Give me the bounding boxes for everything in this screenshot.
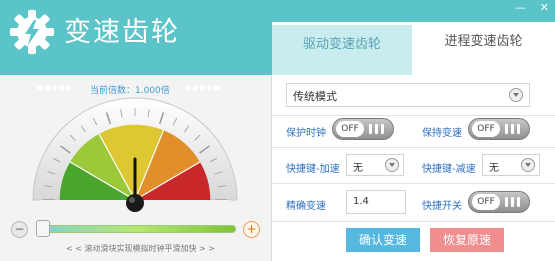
speed-slider-thumb[interactable] — [36, 220, 50, 237]
divider — [272, 183, 555, 184]
confirm-speed-button[interactable]: 确认变速 — [346, 228, 420, 252]
tab-process-speed-gear[interactable]: 进程变速齿轮 — [412, 22, 555, 75]
mode-select-value: 传统模式 — [293, 90, 337, 103]
keep-speed-toggle[interactable]: OFF — [468, 118, 530, 140]
divider — [272, 115, 555, 116]
protect-clock-label: 保护时钟 — [286, 128, 326, 139]
chevron-down-icon[interactable] — [385, 158, 399, 172]
toggle-state: OFF — [472, 121, 500, 137]
toggle-state: OFF — [336, 121, 364, 137]
divider — [272, 147, 555, 148]
hotkey-switch-label: 快捷开关 — [422, 201, 462, 212]
hotkey-switch-toggle[interactable]: OFF — [468, 191, 530, 213]
keep-speed-label: 保持变速 — [422, 128, 462, 139]
protect-clock-toggle[interactable]: OFF — [332, 118, 394, 140]
precise-speed-input[interactable]: 1.4 — [346, 190, 406, 214]
hotkey-accelerate-label: 快捷键-加速 — [286, 164, 340, 175]
chevron-down-icon[interactable] — [509, 88, 523, 102]
hotkey-decelerate-value: 无 — [489, 163, 499, 174]
speed-slider-track[interactable] — [36, 225, 236, 233]
mode-select[interactable]: 传统模式 — [286, 83, 530, 107]
tab-driver-speed-gear[interactable]: 驱动变速齿轮 — [272, 22, 412, 75]
decrease-speed-button[interactable]: − — [11, 221, 28, 238]
hotkey-decelerate-label: 快捷键-减速 — [422, 164, 476, 175]
speed-gauge-panel: ◀◀◀◀◀ 当前倍数：1.000倍 ▶▶▶▶▶ − + < < 滚动滑块实现模拟… — [0, 75, 272, 261]
settings-panel: 传统模式 保护时钟 OFF 保持变速 OFF 快捷键-加速 无 快捷键-减速 无… — [272, 75, 555, 261]
restore-speed-button[interactable]: 恢复原速 — [430, 228, 504, 252]
gauge-needle-hub — [126, 194, 144, 212]
gear-lightning-icon — [10, 10, 54, 54]
app-title: 变速齿轮 — [64, 17, 180, 48]
arrows-right-decoration: ▶▶▶▶▶ — [186, 83, 222, 92]
divider — [272, 221, 555, 222]
hotkey-decelerate-select[interactable]: 无 — [482, 154, 540, 176]
toggle-grip-icon — [505, 124, 523, 134]
chevron-down-icon[interactable] — [521, 158, 535, 172]
precise-speed-label: 精确变速 — [286, 201, 326, 212]
window-controls: — ✕ — [515, 2, 549, 14]
minimize-button[interactable]: — — [515, 2, 526, 14]
hotkey-accelerate-value: 无 — [353, 163, 363, 174]
current-rate-text: 当前倍数：1.000倍 — [90, 86, 170, 96]
slider-hint-text: < < 滚动滑块实现模拟时钟平滑加快 > > — [66, 244, 215, 253]
increase-speed-button[interactable]: + — [243, 221, 260, 238]
toggle-state: OFF — [472, 194, 500, 210]
close-button[interactable]: ✕ — [540, 2, 549, 14]
title-bar: 变速齿轮 — ✕ 驱动变速齿轮 进程变速齿轮 — [0, 0, 555, 75]
toggle-grip-icon — [505, 197, 523, 207]
hotkey-accelerate-select[interactable]: 无 — [346, 154, 404, 176]
arrows-left-decoration: ◀◀◀◀◀ — [36, 83, 72, 92]
toggle-grip-icon — [369, 124, 387, 134]
